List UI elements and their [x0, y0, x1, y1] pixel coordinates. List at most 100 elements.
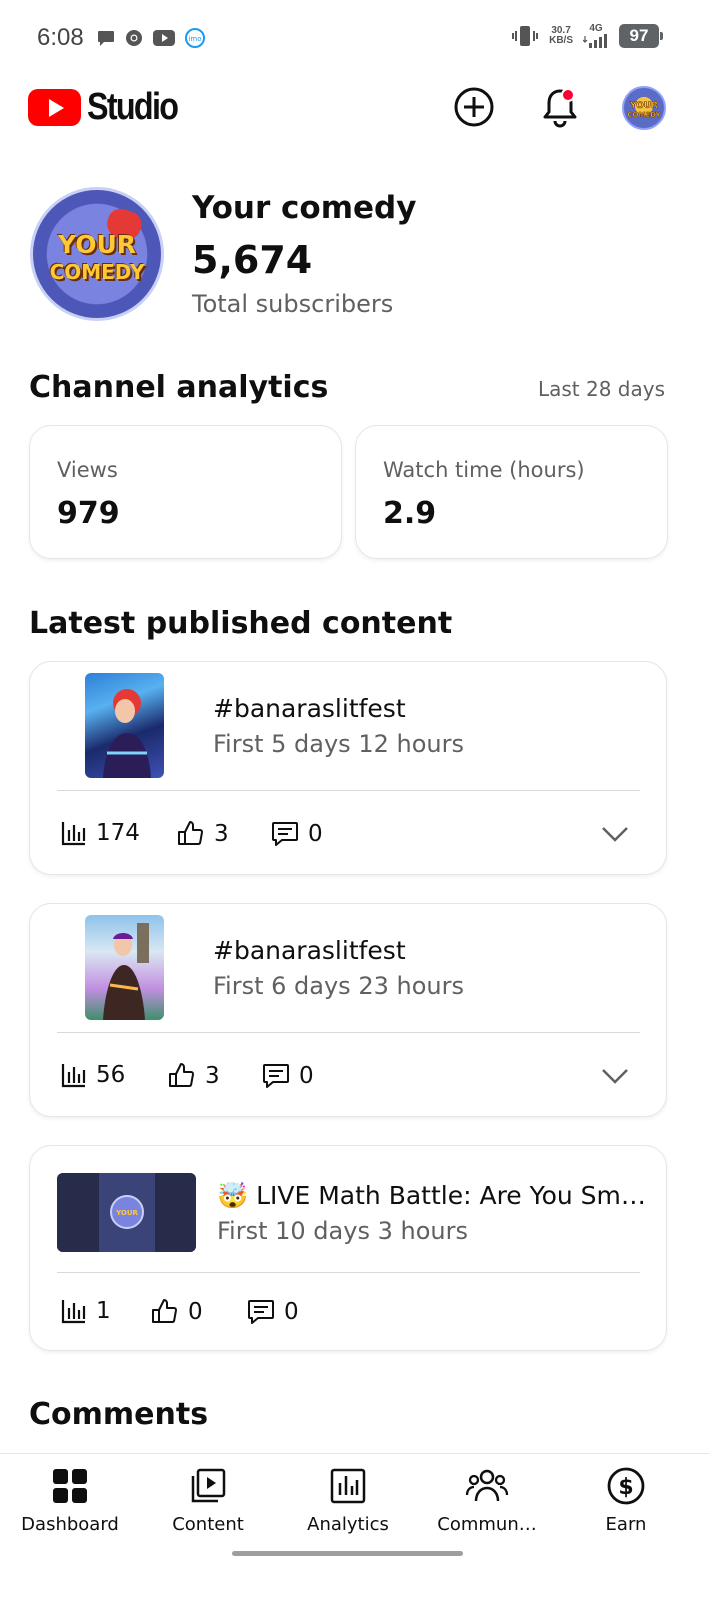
content-card[interactable]: #banaraslitfest First 5 days 12 hours 17…: [29, 661, 667, 875]
analytics-icon: [330, 1468, 366, 1504]
views-label: Views: [57, 458, 118, 482]
avatar-text-comedy: COMEDY: [49, 260, 145, 284]
card-divider: [57, 1032, 640, 1033]
comment-icon: [263, 1064, 289, 1088]
expand-button[interactable]: [598, 817, 632, 851]
content-title: #banaraslitfest: [213, 936, 406, 965]
svg-text:$: $: [618, 1475, 633, 1500]
content-icon: [191, 1468, 226, 1503]
status-bar: 6:08 imo 30.7 KB/S 4G 97: [0, 0, 709, 76]
account-avatar[interactable]: YOUR COMEDY: [622, 86, 666, 130]
views-metric: 56: [60, 1061, 125, 1089]
avatar-text-your: YOUR: [57, 230, 136, 259]
community-icon: [465, 1469, 509, 1502]
nav-community[interactable]: Commun…: [417, 1464, 557, 1535]
video-thumbnail[interactable]: [85, 915, 164, 1020]
logo-text: Studio: [87, 86, 179, 128]
channel-avatar[interactable]: YOUR COMEDY: [30, 187, 164, 321]
views-count: 1: [96, 1298, 111, 1324]
thumbs-up-icon: [178, 821, 203, 845]
nav-dashboard[interactable]: Dashboard: [0, 1464, 140, 1535]
analytics-title: Channel analytics: [29, 370, 329, 405]
signal-icon: [583, 34, 607, 48]
youtube-logo-icon: [28, 89, 81, 126]
svg-text:YOUR: YOUR: [115, 1209, 138, 1217]
app-header: Studio YOUR COMEDY: [0, 76, 709, 140]
battery-level: 97: [629, 26, 649, 45]
comments-title: Comments: [29, 1397, 209, 1432]
comments-metric: 0: [261, 1061, 314, 1091]
comment-icon: [248, 1300, 274, 1324]
youtube-icon: [153, 30, 175, 46]
svg-text:YOUR: YOUR: [629, 101, 658, 111]
nav-earn[interactable]: $ Earn: [556, 1464, 696, 1535]
chevron-down-icon: [602, 1069, 628, 1084]
comments-count: 0: [284, 1299, 299, 1325]
nav-label: Content: [172, 1514, 244, 1535]
nav-label: Commun…: [437, 1514, 537, 1535]
likes-metric: 3: [167, 1061, 220, 1091]
nav-content[interactable]: Content: [138, 1464, 278, 1535]
live-thumbnail-icon: YOUR: [57, 1173, 196, 1252]
svg-text:imo: imo: [188, 35, 201, 43]
views-count: 174: [96, 820, 140, 846]
nav-label: Analytics: [307, 1514, 389, 1535]
notification-icons: imo: [96, 27, 206, 49]
likes-count: 0: [188, 1299, 203, 1325]
likes-count: 3: [205, 1063, 220, 1089]
bar-chart-icon: [61, 1300, 86, 1324]
content-title: #banaraslitfest: [213, 694, 406, 723]
comment-icon: [272, 822, 298, 846]
person-thumbnail-icon: [103, 689, 151, 778]
comments-count: 0: [299, 1063, 314, 1089]
subscriber-count: 5,674: [192, 238, 313, 282]
svg-text:COMEDY: COMEDY: [627, 111, 661, 119]
nav-label: Dashboard: [21, 1514, 119, 1535]
dashboard-icon: [53, 1469, 87, 1503]
person-thumbnail-icon: [103, 923, 149, 1020]
latest-content-title: Latest published content: [29, 606, 453, 641]
channel-logo-icon: YOURCOMEDY: [627, 101, 662, 120]
content-title: 🤯 LIVE Math Battle: Are You Sm…: [217, 1181, 646, 1210]
nav-analytics[interactable]: Analytics: [278, 1464, 418, 1535]
youtube-studio-logo[interactable]: Studio: [28, 86, 193, 129]
content-card[interactable]: YOUR 🤯 LIVE Math Battle: Are You Sm… Fir…: [29, 1145, 667, 1351]
content-period: First 5 days 12 hours: [213, 730, 464, 758]
card-divider: [57, 1272, 640, 1273]
likes-metric: 3: [176, 819, 229, 849]
earn-icon: $: [607, 1467, 645, 1505]
vibrate-icon: [512, 26, 539, 46]
channel-name: Your comedy: [192, 190, 417, 226]
thumbs-up-icon: [152, 1299, 177, 1323]
likes-metric: 0: [150, 1297, 203, 1327]
notification-dot: [561, 88, 575, 102]
content-card[interactable]: #banaraslitfest First 6 days 23 hours 56…: [29, 903, 667, 1117]
expand-button[interactable]: [598, 1059, 632, 1093]
bottom-navigation: Dashboard Content Analytics Commun… $ Ea…: [0, 1453, 709, 1600]
video-thumbnail[interactable]: [85, 673, 164, 778]
system-icons: 30.7 KB/S 4G 97: [511, 24, 663, 48]
thumbs-up-icon: [169, 1063, 194, 1087]
views-metric: 1: [60, 1297, 111, 1325]
battery-icon: 97: [619, 24, 663, 48]
watch-time-card[interactable]: Watch time (hours) 2.9: [355, 425, 668, 559]
nav-label: Earn: [605, 1514, 647, 1535]
bar-chart-icon: [61, 822, 86, 846]
notifications-button[interactable]: [537, 84, 583, 130]
chevron-down-icon: [602, 827, 628, 842]
views-card[interactable]: Views 979: [29, 425, 342, 559]
signal-indicator: 4G: [583, 24, 609, 48]
home-indicator[interactable]: [232, 1551, 463, 1556]
chrome-icon: [126, 30, 142, 46]
create-plus-icon: [454, 87, 494, 127]
create-button[interactable]: [451, 84, 497, 130]
watch-time-value: 2.9: [383, 496, 437, 531]
comments-metric: 0: [246, 1297, 299, 1327]
views-metric: 174: [60, 819, 140, 847]
views-value: 979: [57, 496, 120, 531]
live-thumbnail[interactable]: YOUR: [57, 1173, 196, 1252]
imo-icon: imo: [185, 28, 205, 48]
status-time: 6:08: [37, 24, 84, 51]
bar-chart-icon: [61, 1064, 86, 1088]
comments-metric: 0: [270, 819, 323, 849]
